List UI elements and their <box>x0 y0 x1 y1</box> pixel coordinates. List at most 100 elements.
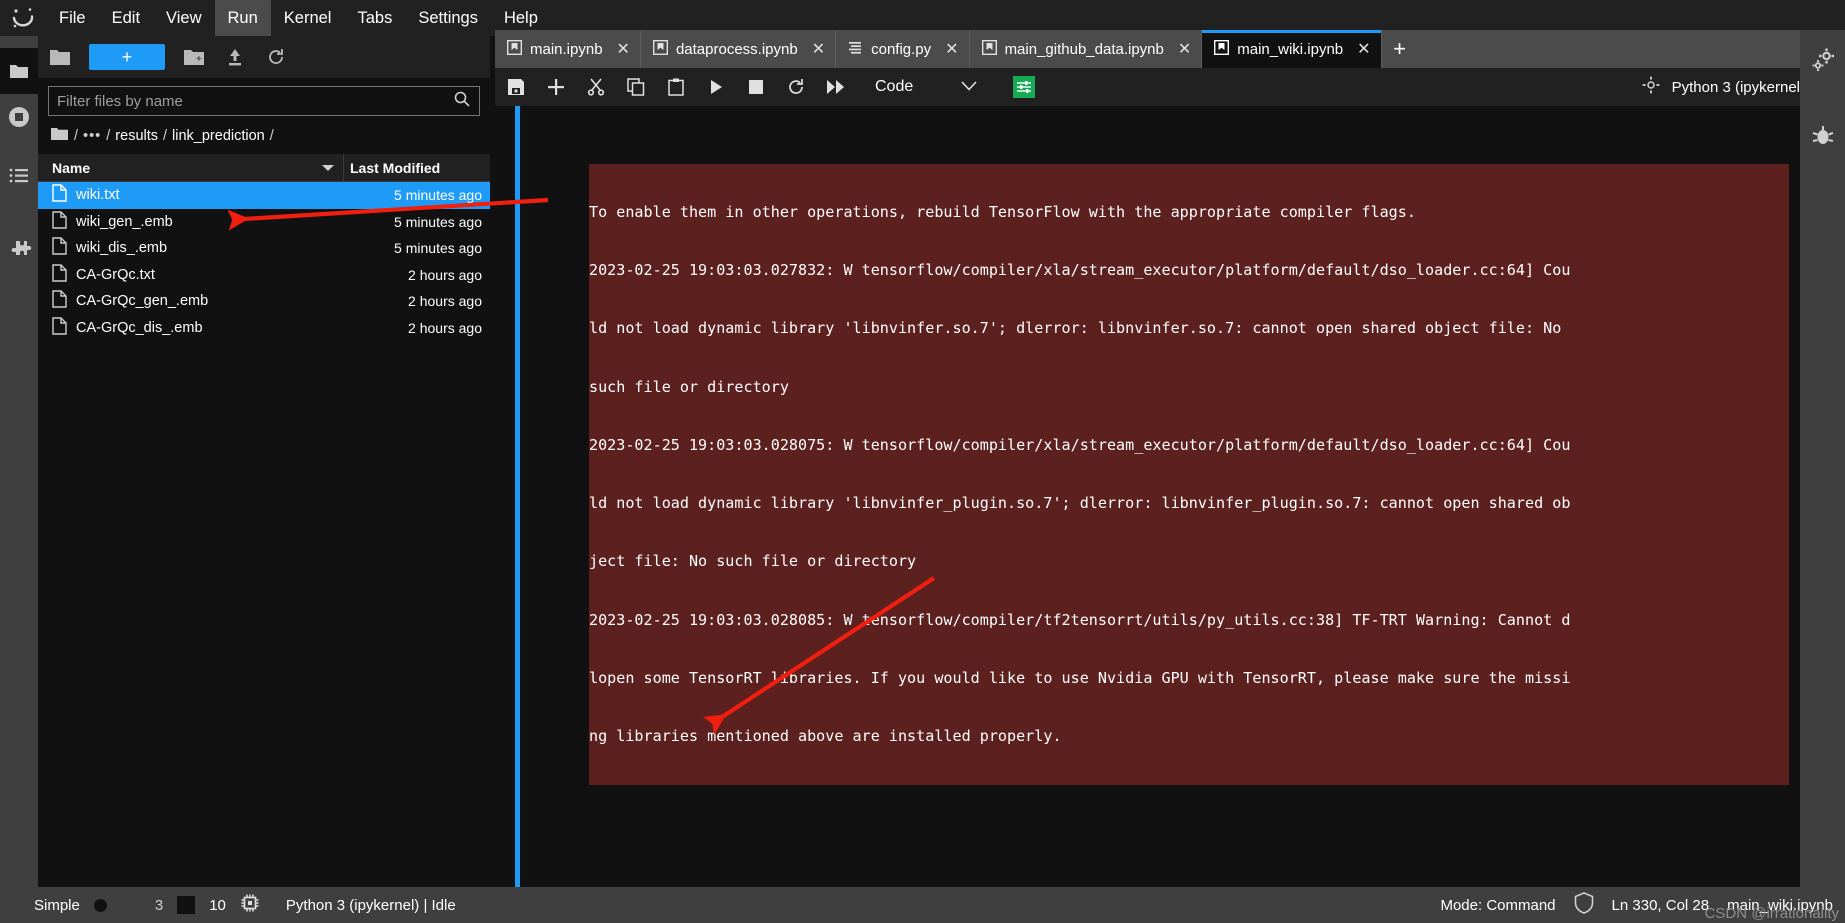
new-folder-icon[interactable]: + <box>182 45 206 69</box>
file-name-label: wiki_gen_.emb <box>76 213 173 230</box>
running-terminals-icon[interactable] <box>0 94 38 140</box>
file-browser-toolbar: + + <box>38 36 490 78</box>
breadcrumb: / ••• / results / link_prediction / <box>38 122 490 150</box>
kernel-square-icon[interactable] <box>177 896 196 914</box>
left-activity-bar <box>0 36 38 887</box>
file-name-cell: CA-GrQc.txt <box>38 264 343 286</box>
menu-item-settings[interactable]: Settings <box>405 0 491 36</box>
tab-label: dataprocess.ipynb <box>675 40 798 58</box>
jupyterlab-window: File Edit View Run Kernel Tabs Settings … <box>0 0 1845 923</box>
tab-config-py[interactable]: config.py ✕ <box>836 30 970 68</box>
filter-box[interactable] <box>48 86 480 116</box>
search-icon[interactable] <box>453 90 471 113</box>
stop-icon[interactable] <box>745 76 767 98</box>
watermark-label: CSDN @irrationality <box>1704 905 1839 922</box>
tab-dataprocess-ipynb[interactable]: dataprocess.ipynb ✕ <box>640 30 837 68</box>
debugger-icon[interactable] <box>1800 118 1845 154</box>
restart-icon[interactable] <box>785 76 807 98</box>
toggle-off-icon[interactable] <box>93 898 107 912</box>
save-icon[interactable] <box>505 76 527 98</box>
extension-manager-icon[interactable] <box>0 228 38 274</box>
run-icon[interactable] <box>705 76 727 98</box>
text-file-icon <box>52 264 67 286</box>
menu-item-file[interactable]: File <box>46 0 99 36</box>
file-name-cell: CA-GrQc_dis_.emb <box>38 317 343 339</box>
file-name-cell: wiki_gen_.emb <box>38 211 343 233</box>
search-input[interactable] <box>57 92 453 110</box>
notebook-icon <box>981 39 997 59</box>
file-row-4[interactable]: CA-GrQc_gen_.emb 2 hours ago <box>38 288 490 315</box>
text-file-icon <box>52 211 67 233</box>
gear-icon[interactable] <box>1642 76 1660 98</box>
new-tab-button[interactable]: + <box>1381 30 1418 68</box>
close-icon[interactable]: ✕ <box>945 39 958 59</box>
sliders-icon[interactable] <box>1013 76 1036 98</box>
menu-item-run[interactable]: Run <box>214 0 271 36</box>
file-name-label: wiki_dis_.emb <box>76 240 168 257</box>
cpu-icon[interactable] <box>240 893 260 917</box>
file-name-cell: CA-GrQc_gen_.emb <box>38 290 343 312</box>
breadcrumb-segment-link-prediction[interactable]: link_prediction <box>172 128 265 144</box>
copy-icon[interactable] <box>625 76 647 98</box>
kernel-state-label[interactable]: Python 3 (ipykernel) | Idle <box>286 897 456 914</box>
property-inspector-icon[interactable] <box>1800 42 1845 78</box>
breadcrumb-home-icon[interactable] <box>50 126 69 146</box>
file-row-5[interactable]: CA-GrQc_dis_.emb 2 hours ago <box>38 315 490 342</box>
close-icon[interactable]: ✕ <box>1178 39 1191 59</box>
tab-main-ipynb[interactable]: main.ipynb ✕ <box>495 30 641 68</box>
python-file-icon <box>848 40 863 59</box>
file-modified-label: 5 minutes ago <box>394 240 482 257</box>
menu-item-kernel[interactable]: Kernel <box>271 0 345 36</box>
chevron-down-icon[interactable] <box>321 160 335 176</box>
file-row-3[interactable]: CA-GrQc.txt 2 hours ago <box>38 262 490 289</box>
cell-type-label: Code <box>875 78 914 95</box>
file-browser-panel: + + / ••• / <box>38 36 490 887</box>
chevron-down-icon[interactable] <box>961 78 977 96</box>
menu-item-edit[interactable]: Edit <box>99 0 153 36</box>
cut-icon[interactable] <box>585 76 607 98</box>
upload-icon[interactable] <box>223 45 247 69</box>
cell-count[interactable]: 10 <box>209 897 226 914</box>
menu-item-tabs[interactable]: Tabs <box>344 0 405 36</box>
shield-icon[interactable] <box>1574 892 1594 918</box>
new-launcher-button[interactable]: + <box>89 44 165 70</box>
tab-main-wiki-ipynb[interactable]: main_wiki.ipynb ✕ <box>1202 30 1382 68</box>
column-header-last-modified[interactable]: Last Modified <box>343 153 490 182</box>
close-icon[interactable]: ✕ <box>812 39 825 59</box>
breadcrumb-segment-results[interactable]: results <box>115 128 158 144</box>
svg-text:+: + <box>196 54 202 65</box>
notebook-icon <box>1214 39 1230 59</box>
running-kernels-count[interactable]: 3 <box>155 897 163 914</box>
file-name-label: wiki.txt <box>76 187 120 204</box>
file-modified-label: 5 minutes ago <box>394 213 482 230</box>
status-bar-left: Simple 3 10 Python 3 (ipykernel) | Idle <box>0 893 456 917</box>
menu-item-view[interactable]: View <box>153 0 214 36</box>
kernel-name-label[interactable]: Python 3 (ipykernel) <box>1672 79 1805 96</box>
refresh-icon[interactable] <box>264 45 288 69</box>
close-icon[interactable]: ✕ <box>617 39 630 59</box>
tab-label: main_github_data.ipynb <box>1004 40 1164 58</box>
output-line: ng libraries mentioned above are install… <box>589 727 1062 745</box>
active-cell-indicator <box>515 106 520 887</box>
column-header-name[interactable]: Name <box>38 160 343 176</box>
cursor-position-label[interactable]: Ln 330, Col 28 <box>1612 897 1710 914</box>
output-line: 2023-02-25 19:03:03.028085: W tensorflow… <box>589 610 1571 629</box>
tab-label: main_wiki.ipynb <box>1237 40 1344 58</box>
cell-type-selector[interactable]: Code <box>875 78 977 96</box>
breadcrumb-separator: / <box>74 128 79 144</box>
breadcrumb-ellipsis[interactable]: ••• <box>83 128 101 144</box>
close-icon[interactable]: ✕ <box>1357 39 1370 59</box>
tab-main-github-data-ipynb[interactable]: main_github_data.ipynb ✕ <box>969 30 1203 68</box>
file-browser-icon[interactable] <box>0 48 38 94</box>
add-cell-icon[interactable] <box>545 76 567 98</box>
table-of-contents-icon[interactable] <box>0 154 38 200</box>
output-line: ld not load dynamic library 'libnvinfer_… <box>589 494 1571 513</box>
file-row-1[interactable]: wiki_gen_.emb 5 minutes ago <box>38 209 490 236</box>
editor-tab-bar: main.ipynb ✕ dataprocess.ipynb ✕ config.… <box>495 30 1845 68</box>
file-row-0[interactable]: wiki.txt 5 minutes ago <box>38 182 490 209</box>
file-row-2[interactable]: wiki_dis_.emb 5 minutes ago <box>38 235 490 262</box>
file-modified-label: 5 minutes ago <box>394 187 482 204</box>
paste-icon[interactable] <box>665 76 687 98</box>
file-list-header: Name Last Modified <box>38 153 490 182</box>
fast-forward-icon[interactable] <box>825 76 847 98</box>
